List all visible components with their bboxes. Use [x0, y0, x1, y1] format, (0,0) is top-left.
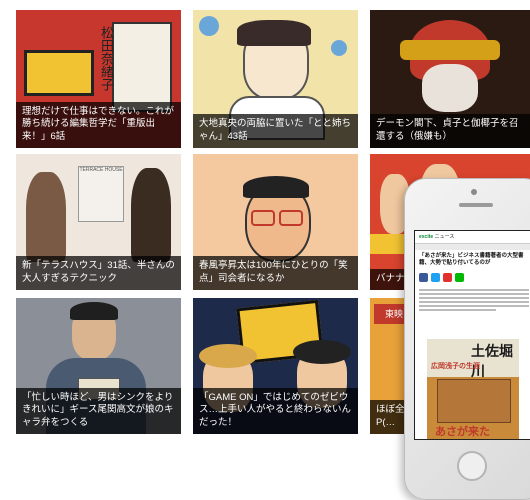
article-tile-4[interactable]: TERRACE HOUSE 新「テラスハウス」31話、半さんの大人すぎるテクニッ…	[16, 154, 181, 290]
article-tile-3[interactable]: デーモン閣下、貞子と伽椰子を召還する（俄嫌も）	[370, 10, 530, 148]
twitter-icon	[431, 273, 440, 282]
site-section: ニュース	[434, 234, 455, 240]
bookmark-icon	[443, 273, 452, 282]
phone-mockup: excite ニュース 「あさが来た」ビジネス書籍著者の大型書籍、大勢で貼り付い…	[404, 178, 530, 500]
share-buttons	[415, 270, 530, 285]
article-caption: 春風亭昇太は100年にひとりの「笑点」司会者になるか	[193, 256, 358, 290]
article-tile-1[interactable]: 松田奈緒子 理想だけで仕事はできない。これが勝ち続ける編集哲学だ「重版出来！」6…	[16, 10, 181, 148]
phone-screen: excite ニュース 「あさが来た」ビジネス書籍著者の大型書籍、大勢で貼り付い…	[414, 230, 530, 440]
article-headline: 「あさが来た」ビジネス書籍著者の大型書籍、大勢で貼り付いてるのが	[419, 253, 524, 266]
article-caption: 「忙しい時ほど、男はシンクをよりきれいに」ギース尾関高文が娘のキャラ弁をつくる	[16, 387, 181, 434]
article-tile-2[interactable]: 大地真央の両脇に置いた「とと姉ちゃん」43話	[193, 10, 358, 148]
article-caption: 大地真央の両脇に置いた「とと姉ちゃん」43話	[193, 114, 358, 148]
camera-icon	[471, 189, 477, 195]
article-body	[415, 285, 530, 315]
article-caption: 「GAME ON」ではじめてのゼビウス…上手い人がやると終わらないんだった！	[193, 387, 358, 434]
book-cover: 土佐堀川 広岡浅子の生涯 あさが来た	[427, 339, 519, 439]
line-icon	[455, 273, 464, 282]
article-caption: デーモン閣下、貞子と伽椰子を召還する（俄嫌も）	[370, 114, 530, 148]
facebook-icon	[419, 273, 428, 282]
home-button	[457, 451, 487, 481]
book-footer: あさが来た	[435, 426, 490, 438]
article-caption: 新「テラスハウス」31話、半さんの大人すぎるテクニック	[16, 256, 181, 290]
article-tile-7[interactable]: 「忙しい時ほど、男はシンクをよりきれいに」ギース尾関高文が娘のキャラ弁をつくる	[16, 298, 181, 434]
article-tile-5[interactable]: 春風亭昇太は100年にひとりの「笑点」司会者になるか	[193, 154, 358, 290]
site-header: excite ニュース	[415, 231, 530, 244]
speaker-grille	[459, 203, 493, 207]
site-logo: excite	[419, 234, 434, 240]
book-subtitle: 広岡浅子の生涯	[431, 363, 480, 370]
article-tile-8[interactable]: 「GAME ON」ではじめてのゼビウス…上手い人がやると終わらないんだった！	[193, 298, 358, 434]
article-caption: 理想だけで仕事はできない。これが勝ち続ける編集哲学だ「重版出来！」6話	[16, 101, 181, 148]
